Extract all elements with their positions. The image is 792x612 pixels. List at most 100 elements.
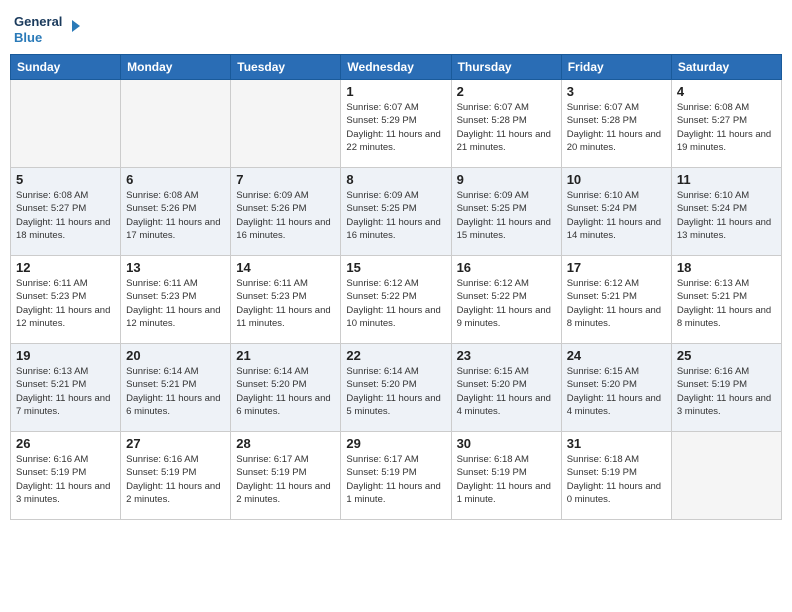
day-info: Sunrise: 6:17 AMSunset: 5:19 PMDaylight:… — [346, 453, 445, 506]
day-number: 5 — [16, 172, 115, 187]
svg-text:Blue: Blue — [14, 30, 42, 45]
day-number: 11 — [677, 172, 776, 187]
day-number: 7 — [236, 172, 335, 187]
day-cell-29: 29 Sunrise: 6:17 AMSunset: 5:19 PMDayligh… — [341, 432, 451, 520]
day-number: 23 — [457, 348, 556, 363]
day-info: Sunrise: 6:16 AMSunset: 5:19 PMDaylight:… — [677, 365, 776, 418]
day-number: 14 — [236, 260, 335, 275]
empty-cell — [231, 80, 341, 168]
day-cell-15: 15 Sunrise: 6:12 AMSunset: 5:22 PMDayligh… — [341, 256, 451, 344]
day-number: 6 — [126, 172, 225, 187]
day-number: 31 — [567, 436, 666, 451]
day-cell-10: 10 Sunrise: 6:10 AMSunset: 5:24 PMDayligh… — [561, 168, 671, 256]
day-cell-22: 22 Sunrise: 6:14 AMSunset: 5:20 PMDayligh… — [341, 344, 451, 432]
day-cell-9: 9Sunrise: 6:09 AMSunset: 5:25 PMDaylight… — [451, 168, 561, 256]
day-cell-24: 24 Sunrise: 6:15 AMSunset: 5:20 PMDayligh… — [561, 344, 671, 432]
day-info: Sunrise: 6:17 AMSunset: 5:19 PMDaylight:… — [236, 453, 335, 506]
day-number: 24 — [567, 348, 666, 363]
day-cell-18: 18 Sunrise: 6:13 AMSunset: 5:21 PMDayligh… — [671, 256, 781, 344]
svg-text:General: General — [14, 14, 62, 29]
day-cell-26: 26Sunrise: 6:16 AMSunset: 5:19 PMDayligh… — [11, 432, 121, 520]
column-header-wednesday: Wednesday — [341, 55, 451, 80]
day-info: Sunrise: 6:07 AMSunset: 5:28 PMDaylight:… — [457, 101, 556, 154]
page-header: General Blue — [10, 10, 782, 50]
day-info: Sunrise: 6:12 AMSunset: 5:21 PMDaylight:… — [567, 277, 666, 330]
day-info: Sunrise: 6:11 AMSunset: 5:23 PMDaylight:… — [126, 277, 225, 330]
day-number: 25 — [677, 348, 776, 363]
empty-cell — [671, 432, 781, 520]
day-number: 16 — [457, 260, 556, 275]
day-info: Sunrise: 6:13 AMSunset: 5:21 PMDaylight:… — [16, 365, 115, 418]
day-cell-2: 2Sunrise: 6:07 AMSunset: 5:28 PMDaylight… — [451, 80, 561, 168]
calendar-table: SundayMondayTuesdayWednesdayThursdayFrid… — [10, 54, 782, 520]
day-number: 1 — [346, 84, 445, 99]
day-info: Sunrise: 6:09 AMSunset: 5:25 PMDaylight:… — [346, 189, 445, 242]
day-info: Sunrise: 6:10 AMSunset: 5:24 PMDaylight:… — [677, 189, 776, 242]
logo: General Blue — [14, 10, 84, 50]
day-number: 27 — [126, 436, 225, 451]
week-row-1: 1Sunrise: 6:07 AMSunset: 5:29 PMDaylight… — [11, 80, 782, 168]
column-header-monday: Monday — [121, 55, 231, 80]
day-info: Sunrise: 6:13 AMSunset: 5:21 PMDaylight:… — [677, 277, 776, 330]
day-number: 28 — [236, 436, 335, 451]
day-number: 8 — [346, 172, 445, 187]
day-cell-20: 20Sunrise: 6:14 AMSunset: 5:21 PMDayligh… — [121, 344, 231, 432]
day-info: Sunrise: 6:18 AMSunset: 5:19 PMDaylight:… — [457, 453, 556, 506]
day-info: Sunrise: 6:08 AMSunset: 5:27 PMDaylight:… — [677, 101, 776, 154]
day-cell-1: 1Sunrise: 6:07 AMSunset: 5:29 PMDaylight… — [341, 80, 451, 168]
day-number: 4 — [677, 84, 776, 99]
day-info: Sunrise: 6:08 AMSunset: 5:27 PMDaylight:… — [16, 189, 115, 242]
day-info: Sunrise: 6:16 AMSunset: 5:19 PMDaylight:… — [16, 453, 115, 506]
day-number: 18 — [677, 260, 776, 275]
day-cell-27: 27 Sunrise: 6:16 AMSunset: 5:19 PMDayligh… — [121, 432, 231, 520]
day-number: 17 — [567, 260, 666, 275]
day-info: Sunrise: 6:14 AMSunset: 5:20 PMDaylight:… — [346, 365, 445, 418]
day-cell-4: 4 Sunrise: 6:08 AMSunset: 5:27 PMDaylight… — [671, 80, 781, 168]
day-cell-11: 11 Sunrise: 6:10 AMSunset: 5:24 PMDayligh… — [671, 168, 781, 256]
day-cell-3: 3 Sunrise: 6:07 AMSunset: 5:28 PMDaylight… — [561, 80, 671, 168]
day-cell-31: 31 Sunrise: 6:18 AMSunset: 5:19 PMDayligh… — [561, 432, 671, 520]
day-info: Sunrise: 6:11 AMSunset: 5:23 PMDaylight:… — [16, 277, 115, 330]
day-number: 12 — [16, 260, 115, 275]
day-info: Sunrise: 6:07 AMSunset: 5:28 PMDaylight:… — [567, 101, 666, 154]
day-info: Sunrise: 6:12 AMSunset: 5:22 PMDaylight:… — [457, 277, 556, 330]
day-info: Sunrise: 6:18 AMSunset: 5:19 PMDaylight:… — [567, 453, 666, 506]
day-number: 10 — [567, 172, 666, 187]
day-cell-28: 28 Sunrise: 6:17 AMSunset: 5:19 PMDayligh… — [231, 432, 341, 520]
day-info: Sunrise: 6:11 AMSunset: 5:23 PMDaylight:… — [236, 277, 335, 330]
day-number: 30 — [457, 436, 556, 451]
column-header-thursday: Thursday — [451, 55, 561, 80]
day-number: 22 — [346, 348, 445, 363]
day-info: Sunrise: 6:15 AMSunset: 5:20 PMDaylight:… — [567, 365, 666, 418]
empty-cell — [11, 80, 121, 168]
week-row-4: 19 Sunrise: 6:13 AMSunset: 5:21 PMDayligh… — [11, 344, 782, 432]
day-cell-13: 13 Sunrise: 6:11 AMSunset: 5:23 PMDayligh… — [121, 256, 231, 344]
day-cell-12: 12 Sunrise: 6:11 AMSunset: 5:23 PMDayligh… — [11, 256, 121, 344]
day-cell-7: 7Sunrise: 6:09 AMSunset: 5:26 PMDaylight… — [231, 168, 341, 256]
day-cell-14: 14 Sunrise: 6:11 AMSunset: 5:23 PMDayligh… — [231, 256, 341, 344]
day-number: 19 — [16, 348, 115, 363]
day-number: 29 — [346, 436, 445, 451]
column-header-tuesday: Tuesday — [231, 55, 341, 80]
day-cell-19: 19 Sunrise: 6:13 AMSunset: 5:21 PMDayligh… — [11, 344, 121, 432]
column-header-sunday: Sunday — [11, 55, 121, 80]
day-number: 20 — [126, 348, 225, 363]
logo-svg: General Blue — [14, 10, 84, 50]
day-number: 21 — [236, 348, 335, 363]
column-header-friday: Friday — [561, 55, 671, 80]
day-cell-8: 8 Sunrise: 6:09 AMSunset: 5:25 PMDaylight… — [341, 168, 451, 256]
day-cell-30: 30 Sunrise: 6:18 AMSunset: 5:19 PMDayligh… — [451, 432, 561, 520]
day-info: Sunrise: 6:12 AMSunset: 5:22 PMDaylight:… — [346, 277, 445, 330]
day-cell-21: 21 Sunrise: 6:14 AMSunset: 5:20 PMDayligh… — [231, 344, 341, 432]
day-number: 9 — [457, 172, 556, 187]
week-row-5: 26Sunrise: 6:16 AMSunset: 5:19 PMDayligh… — [11, 432, 782, 520]
day-number: 13 — [126, 260, 225, 275]
day-cell-5: 5 Sunrise: 6:08 AMSunset: 5:27 PMDaylight… — [11, 168, 121, 256]
day-info: Sunrise: 6:16 AMSunset: 5:19 PMDaylight:… — [126, 453, 225, 506]
day-info: Sunrise: 6:10 AMSunset: 5:24 PMDaylight:… — [567, 189, 666, 242]
calendar-header-row: SundayMondayTuesdayWednesdayThursdayFrid… — [11, 55, 782, 80]
day-number: 15 — [346, 260, 445, 275]
day-info: Sunrise: 6:14 AMSunset: 5:20 PMDaylight:… — [236, 365, 335, 418]
week-row-3: 12 Sunrise: 6:11 AMSunset: 5:23 PMDayligh… — [11, 256, 782, 344]
day-number: 3 — [567, 84, 666, 99]
